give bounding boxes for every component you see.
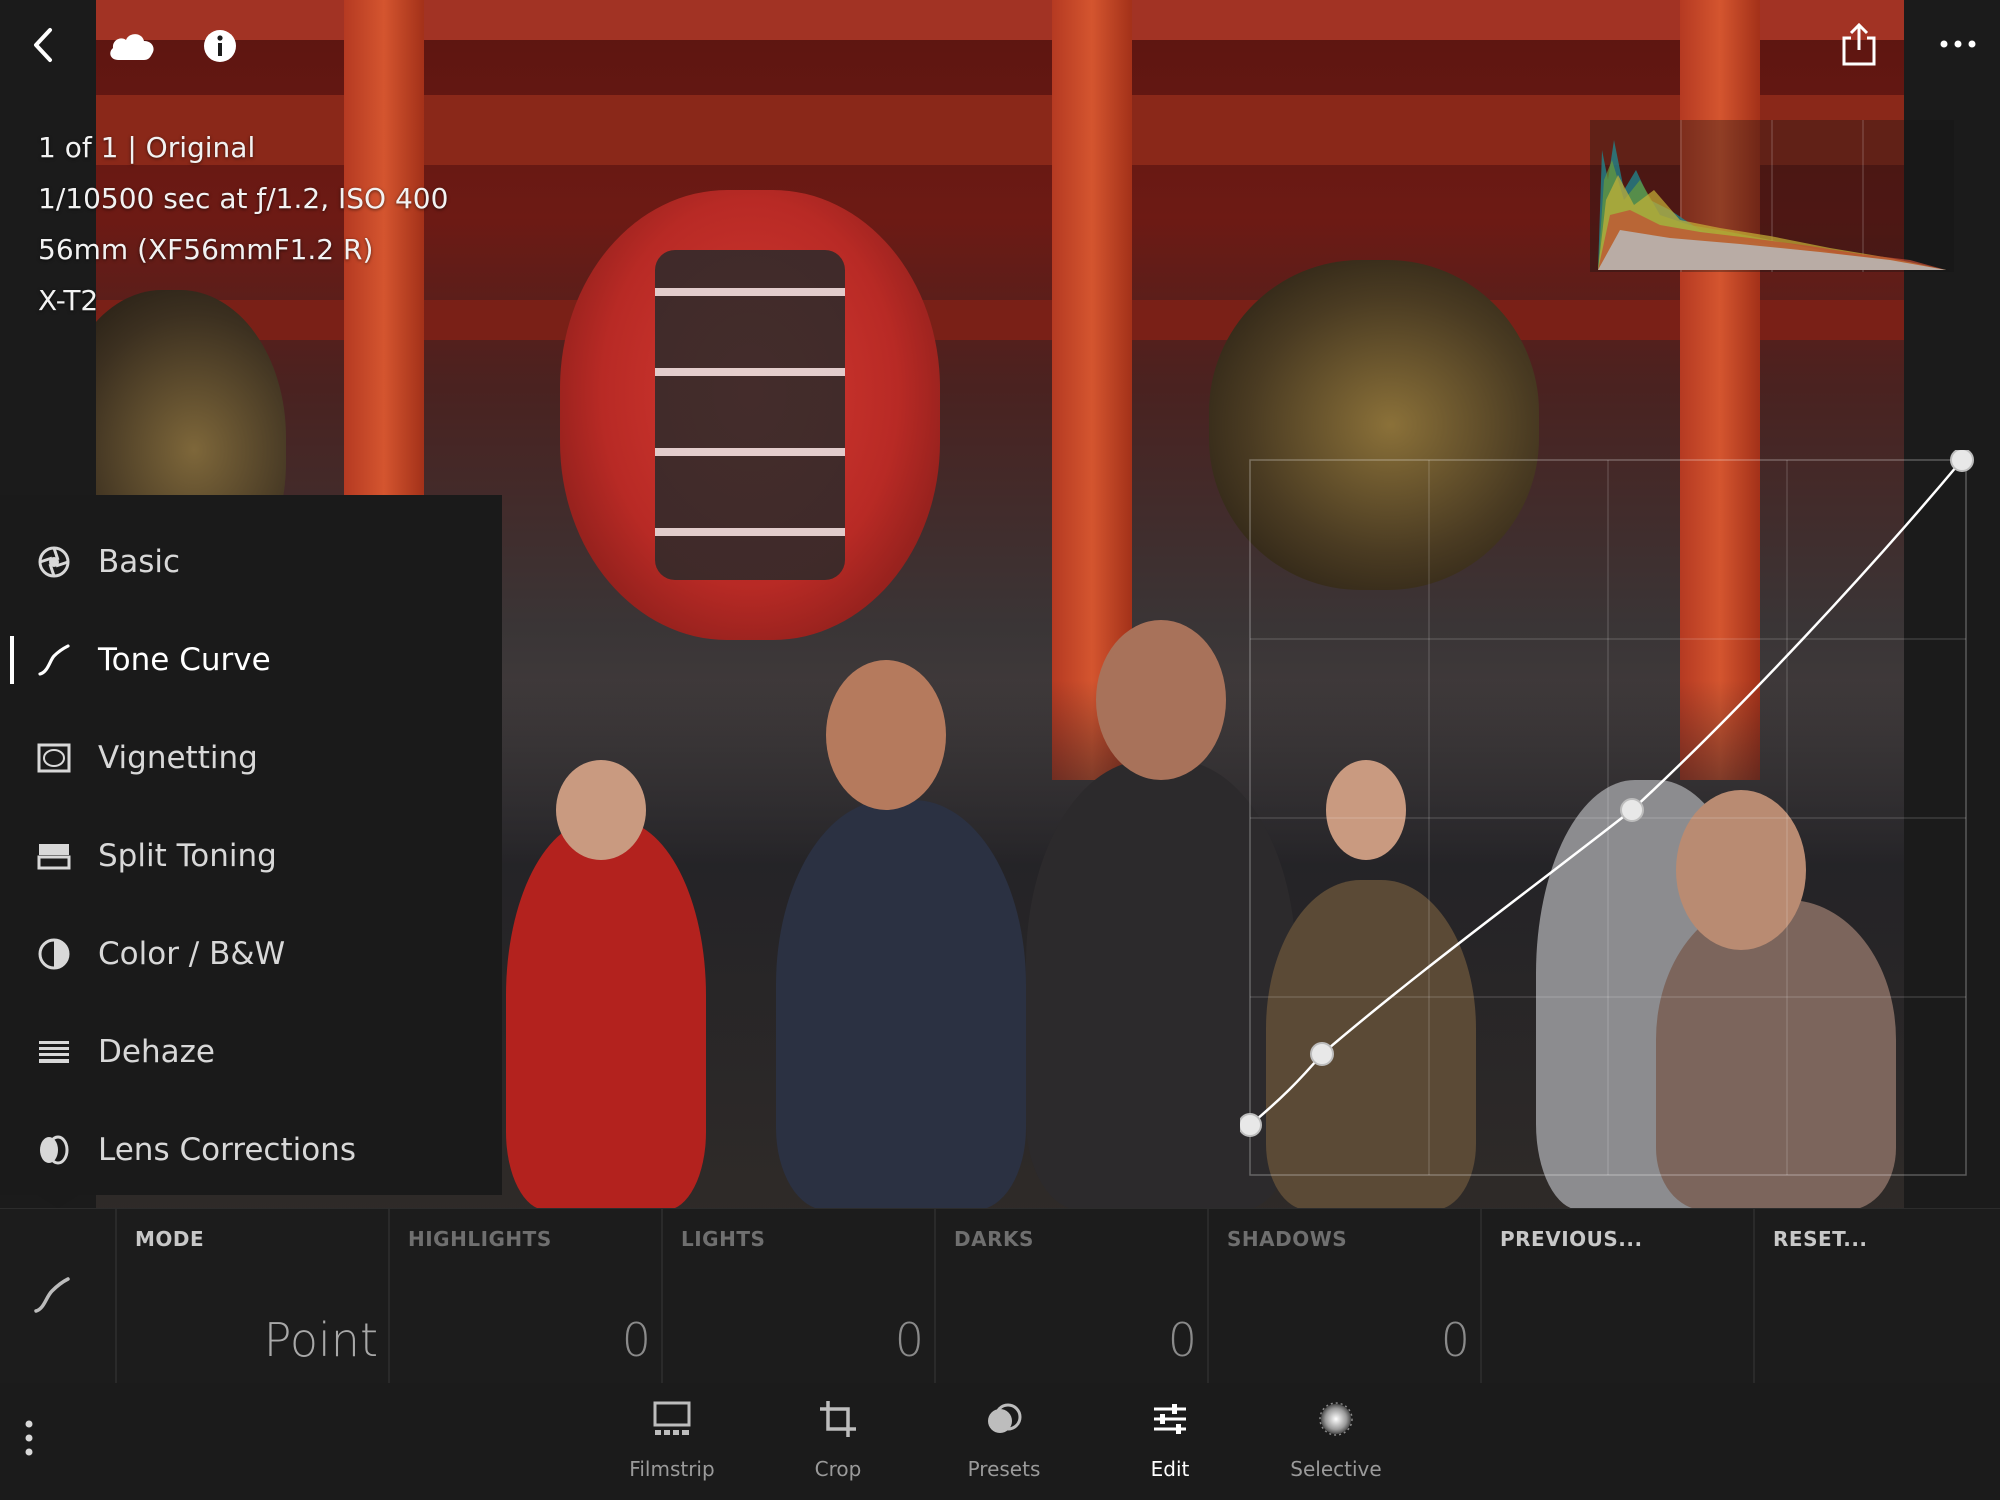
mode-value: Point [263, 1313, 378, 1367]
photo-head [826, 660, 946, 810]
tool-label: Presets [967, 1457, 1041, 1481]
lights-control[interactable]: LIGHTS 0 [661, 1209, 936, 1383]
previous-label: PREVIOUS... [1500, 1227, 1643, 1251]
dehaze-icon [34, 1032, 74, 1072]
shadows-label: SHADOWS [1227, 1227, 1348, 1251]
curve-point-shadow[interactable] [1310, 1042, 1334, 1066]
darks-control[interactable]: DARKS 0 [934, 1209, 1209, 1383]
lights-label: LIGHTS [681, 1227, 766, 1251]
highlights-value: 0 [621, 1313, 651, 1367]
tool-label: Selective [1290, 1457, 1382, 1481]
curve-point-white[interactable] [1950, 448, 1974, 472]
lights-value: 0 [894, 1313, 924, 1367]
tool-label: Edit [1150, 1457, 1190, 1481]
aperture-icon [34, 542, 74, 582]
lens-info: 56mm (XF56mmF1.2 R) [38, 233, 374, 266]
more-icon[interactable] [1936, 24, 1980, 64]
color-bw-icon [34, 934, 74, 974]
lens-corrections-icon [34, 1130, 74, 1170]
panel-item-label: Tone Curve [98, 642, 271, 678]
photo-head [556, 760, 646, 860]
curve-point-midtone[interactable] [1620, 798, 1644, 822]
panel-item-label: Split Toning [98, 838, 277, 874]
info-icon[interactable] [198, 24, 242, 68]
reset-button[interactable]: RESET... [1753, 1209, 2000, 1383]
toolbar-selective[interactable]: Selective [1271, 1397, 1401, 1497]
active-indicator [10, 636, 14, 684]
toolbar-crop[interactable]: Crop [773, 1397, 903, 1497]
tone-curve-icon[interactable] [26, 1269, 78, 1321]
split-toning-icon [34, 836, 74, 876]
panel-item-label: Lens Corrections [98, 1132, 356, 1168]
filmstrip-icon [650, 1397, 694, 1441]
photo-head [1096, 620, 1226, 780]
reset-label: RESET... [1773, 1227, 1868, 1251]
mode-control[interactable]: MODE Point [115, 1209, 390, 1383]
exposure-info: 1/10500 sec at ƒ/1.2, ISO 400 [38, 182, 449, 215]
back-icon[interactable] [24, 22, 64, 68]
tool-label: Crop [814, 1457, 862, 1481]
darks-label: DARKS [954, 1227, 1034, 1251]
toolbar-filmstrip[interactable]: Filmstrip [607, 1397, 737, 1497]
photo-person [506, 820, 706, 1208]
photo-lantern-red [560, 190, 940, 640]
photo-person [776, 800, 1026, 1208]
toolbar-presets[interactable]: Presets [939, 1397, 1069, 1497]
share-icon[interactable] [1836, 20, 1882, 70]
panel-item-label: Color / B&W [98, 936, 286, 972]
tone-curve-graph[interactable] [1238, 448, 1975, 1180]
image-count-label: 1 of 1 | Original [38, 131, 256, 164]
bottom-toolbar: Filmstrip Crop Presets Edit Selective [0, 1383, 2000, 1500]
panel-item-tone-curve[interactable]: Tone Curve [0, 611, 502, 709]
cloud-icon[interactable] [106, 26, 158, 66]
presets-icon [982, 1397, 1026, 1441]
panel-item-color-bw[interactable]: Color / B&W [0, 905, 502, 1003]
histogram[interactable] [1590, 120, 1954, 272]
vertical-more-icon[interactable] [14, 1413, 44, 1463]
panel-item-label: Basic [98, 544, 181, 580]
toolbar-edit[interactable]: Edit [1105, 1397, 1235, 1497]
crop-icon [816, 1397, 860, 1441]
previous-button[interactable]: PREVIOUS... [1480, 1209, 1755, 1383]
camera-model: X-T2 [38, 284, 99, 317]
tone-curve-icon [34, 640, 74, 680]
panel-pointer [36, 1194, 80, 1208]
darks-value: 0 [1167, 1313, 1197, 1367]
shadows-value: 0 [1440, 1313, 1470, 1367]
tool-label: Filmstrip [629, 1457, 715, 1481]
edit-sliders-icon [1148, 1397, 1192, 1441]
edit-panel-menu: Basic Tone Curve Vignetting Split Toning… [0, 495, 502, 1195]
highlights-control[interactable]: HIGHLIGHTS 0 [388, 1209, 663, 1383]
panel-item-basic[interactable]: Basic [0, 513, 502, 611]
shadows-control[interactable]: SHADOWS 0 [1207, 1209, 1482, 1383]
highlights-label: HIGHLIGHTS [408, 1227, 552, 1251]
panel-item-split-toning[interactable]: Split Toning [0, 807, 502, 905]
curve-point-black[interactable] [1238, 1113, 1262, 1137]
panel-item-label: Dehaze [98, 1034, 215, 1070]
panel-item-label: Vignetting [98, 740, 258, 776]
vignetting-icon [34, 738, 74, 778]
panel-item-dehaze[interactable]: Dehaze [0, 1003, 502, 1101]
photo-metadata: 1 of 1 | Original 1/10500 sec at ƒ/1.2, … [38, 122, 448, 326]
selective-icon [1314, 1397, 1358, 1441]
mode-label: MODE [135, 1227, 205, 1251]
panel-item-vignetting[interactable]: Vignetting [0, 709, 502, 807]
panel-item-lens-corrections[interactable]: Lens Corrections [0, 1101, 502, 1199]
tone-curve-controls: MODE Point HIGHLIGHTS 0 LIGHTS 0 DARKS 0… [0, 1208, 2000, 1384]
